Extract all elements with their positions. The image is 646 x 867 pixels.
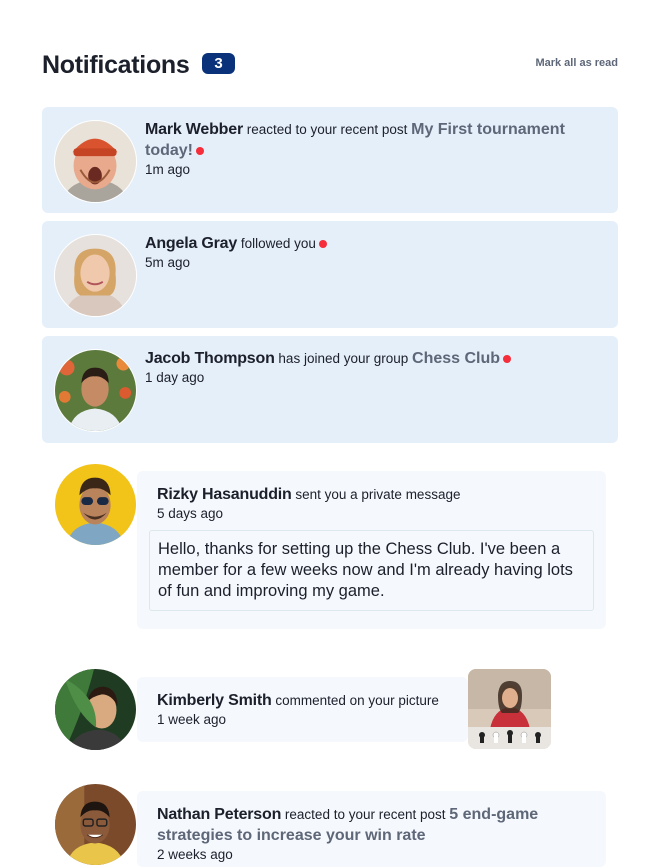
avatar-mark-webber[interactable] [54,120,137,203]
user-name-link[interactable]: Mark Webber [145,121,243,138]
avatar-kimberly-smith[interactable] [54,668,137,751]
notification-item[interactable]: Mark Webber reacted to your recent post … [42,107,618,213]
notification-item[interactable]: Jacob Thompson has joined your group Che… [42,336,618,443]
unread-dot [503,355,512,364]
avatar-jacob-thompson[interactable] [54,349,137,432]
timestamp: 5 days ago [157,506,224,521]
private-message-preview[interactable]: Hello, thanks for setting up the Chess C… [149,530,594,611]
timestamp: 2 weeks ago [157,847,233,862]
avatar-nathan-peterson[interactable] [54,783,137,866]
user-name-link[interactable]: Kimberly Smith [157,692,272,709]
action-text: commented on your picture [275,693,439,708]
action-text: reacted to your recent post [246,122,408,137]
timestamp: 5m ago [145,255,191,270]
timestamp: 1 day ago [145,370,205,385]
mark-all-as-read-button[interactable]: Mark all as read [535,57,618,69]
user-name-link[interactable]: Nathan Peterson [157,806,281,823]
action-text: reacted to your recent post [284,807,446,822]
notifications-header: Notifications 3 Mark all as read [42,50,618,80]
notification-item[interactable]: Angela Gray followed you 5m ago [42,221,618,328]
user-name-link[interactable]: Rizky Hasanuddin [157,486,292,503]
user-name-link[interactable]: Jacob Thompson [145,350,275,367]
page-title: Notifications [42,51,190,79]
notification-item[interactable]: Rizky Hasanuddin sent you a private mess… [137,471,606,629]
unread-count-badge: 3 [202,53,235,74]
timestamp: 1m ago [145,162,191,177]
avatar-angela-gray[interactable] [54,234,137,317]
unread-dot [196,147,204,156]
group-link[interactable]: Chess Club [412,350,500,367]
user-name-link[interactable]: Angela Gray [145,235,237,252]
notification-item[interactable]: Nathan Peterson reacted to your recent p… [137,791,606,867]
action-text: sent you a private message [295,487,461,502]
avatar-rizky-hasanuddin[interactable] [54,463,137,546]
action-text: followed you [240,236,316,251]
unread-dot [318,240,327,249]
notification-item[interactable]: Kimberly Smith commented on your picture… [137,677,468,742]
action-text: has joined your group [278,351,409,366]
commented-picture-thumbnail[interactable] [468,669,551,749]
